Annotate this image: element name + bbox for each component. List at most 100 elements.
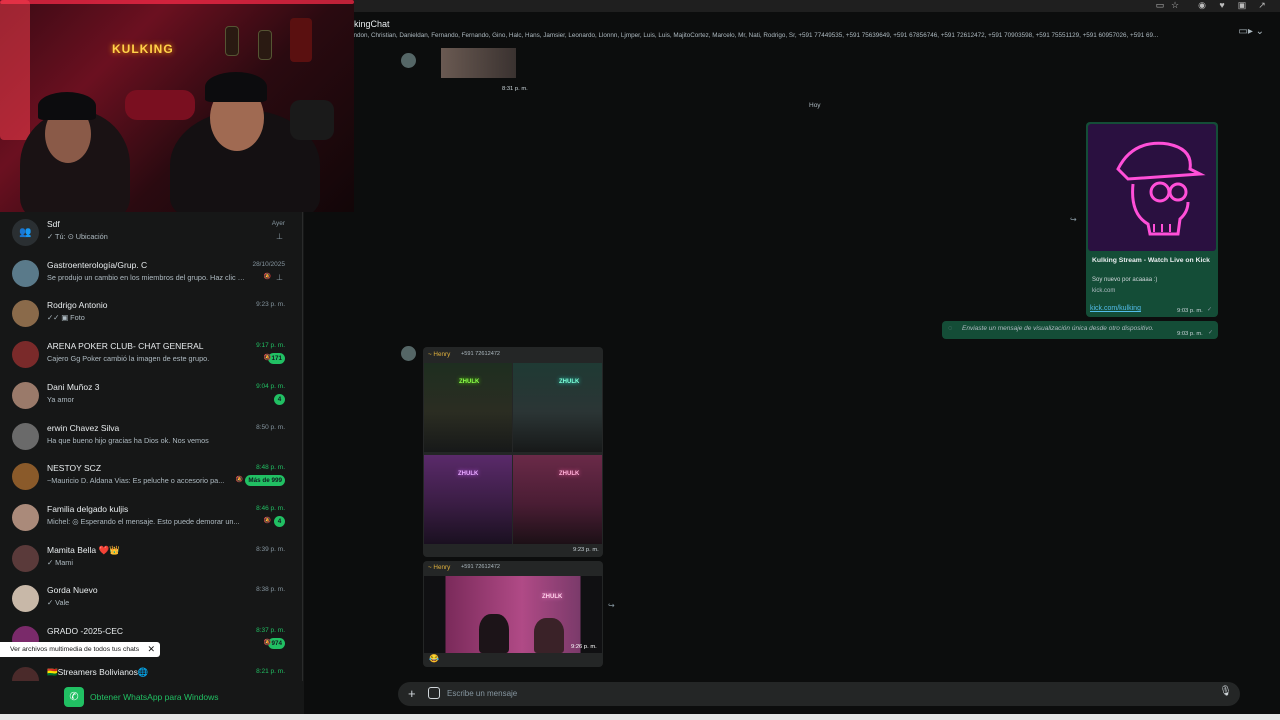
- get-app-banner[interactable]: ✆ Obtener WhatsApp para Windows: [0, 681, 303, 714]
- person-silhouette: [479, 614, 509, 653]
- chat-preview: Michel: ◎ Esperando el mensaje. Esto pue…: [47, 516, 240, 526]
- chat-time: 28/10/2025: [252, 260, 285, 268]
- link-preview-image[interactable]: [1088, 124, 1216, 251]
- avatar[interactable]: [12, 463, 39, 491]
- album-image-2[interactable]: ZHULK: [513, 363, 602, 452]
- chat-time: 9:04 p. m.: [256, 382, 285, 390]
- message-input[interactable]: Escribe un mensaje: [447, 689, 517, 698]
- chat-time: 9:17 p. m.: [256, 342, 285, 350]
- forward-icon[interactable]: ↪: [1070, 215, 1077, 224]
- microphone-icon[interactable]: 🎙: [1219, 686, 1232, 697]
- sender-name[interactable]: ~ Henry: [428, 351, 450, 358]
- view-once-text: Enviaste un mensaje de visualización úni…: [962, 325, 1154, 332]
- frame: [225, 26, 239, 56]
- chat-time: 8:46 p. m.: [256, 504, 285, 512]
- screen-icon[interactable]: ▭: [1154, 0, 1166, 10]
- link-url[interactable]: kick.com/kulking: [1090, 305, 1141, 312]
- close-icon[interactable]: ✕: [147, 642, 155, 657]
- chat-list-item[interactable]: Mamita Bella ❤️👑 ✓ Mami 8:39 p. m.: [0, 544, 303, 585]
- chat-members: endon, Christian, Danieldan, Fernando, F…: [350, 32, 1159, 39]
- chat-preview: ✓ Mami: [47, 557, 73, 567]
- chat-title[interactable]: kingChat: [354, 19, 390, 29]
- share-icon[interactable]: ↗: [1256, 0, 1268, 10]
- forward-icon[interactable]: ↪: [608, 601, 615, 610]
- conversation-pane: kingChat endon, Christian, Danieldan, Fe…: [304, 12, 1280, 714]
- reaction-emoji[interactable]: 😂: [429, 654, 439, 663]
- frame: [258, 30, 272, 60]
- chair: [125, 90, 195, 120]
- muted-icon: 🔕: [263, 273, 271, 280]
- unread-badge: 4: [274, 515, 285, 527]
- chat-time: 8:38 p. m.: [256, 586, 285, 594]
- avatar[interactable]: [12, 381, 39, 409]
- cap-right: [205, 72, 267, 102]
- image-album-bubble[interactable]: ~ Henry +591 72612472 ZHULK ZHULK ZHULK …: [423, 347, 603, 557]
- album-image-4[interactable]: ZHULK: [513, 455, 602, 544]
- sender-phone: +591 72612472: [461, 351, 501, 357]
- chat-name: Familia delgado kuljis: [47, 503, 129, 514]
- message-time: 9:03 p. m.: [1177, 331, 1203, 337]
- link-preview-bubble[interactable]: Kulking Stream - Watch Live on Kick Soy …: [1086, 122, 1218, 317]
- chat-name: Rodrigo Antonio: [47, 300, 108, 311]
- chat-list-item[interactable]: Gastroenterología/Grup. C Se produjo un c…: [0, 259, 303, 300]
- avatar[interactable]: [12, 585, 39, 613]
- tooltip-text: Ver archivos multimedia de todos tus cha…: [10, 646, 140, 653]
- chat-list-item[interactable]: Dani Muñoz 3 Ya amor 9:04 p. m. 4: [0, 381, 303, 422]
- star-icon[interactable]: ☆: [1169, 0, 1181, 10]
- video-call-icon[interactable]: ▭▸ ⌄: [1238, 26, 1264, 37]
- sender-avatar[interactable]: [401, 346, 416, 361]
- view-once-bubble[interactable]: ◌ Enviaste un mensaje de visualización ú…: [942, 321, 1218, 339]
- chat-name: 🇧🇴Streamers Bolivianos🌐: [47, 666, 149, 677]
- unread-badge: Más de 999: [245, 475, 285, 487]
- message-time: 8:31 p. m.: [502, 86, 528, 92]
- chat-list-item[interactable]: Gorda Nuevo ✓ Vale 8:38 p. m.: [0, 585, 303, 625]
- message-time: 9:23 p. m.: [573, 547, 599, 553]
- group-icon[interactable]: 👥: [12, 219, 39, 246]
- neon-sign: ZHULK: [559, 379, 580, 385]
- link-domain: kick.com: [1092, 288, 1116, 294]
- chat-header[interactable]: kingChat endon, Christian, Danieldan, Fe…: [350, 16, 1274, 48]
- chat-list-item[interactable]: erwin Chavez Silva Ha que bueno hijo grac…: [0, 422, 303, 463]
- chat-preview: Ya amor: [47, 394, 75, 404]
- album-image-1[interactable]: ZHULK: [424, 363, 512, 452]
- chat-name: Gastroenterología/Grup. C: [47, 259, 148, 270]
- extension-icon[interactable]: ◉: [1196, 0, 1208, 10]
- webcam-overlay: KULKING: [0, 0, 354, 212]
- chat-name: erwin Chavez Silva: [47, 422, 120, 433]
- chat-list-item[interactable]: Rodrigo Antonio ✓✓ ▣ Foto 9:23 p. m.: [0, 300, 303, 340]
- muted-icon: 🔕: [263, 517, 271, 524]
- avatar[interactable]: [12, 544, 39, 572]
- chat-list-item[interactable]: Familia delgado kuljis Michel: ◎ Esperand…: [0, 503, 303, 544]
- sticker-icon[interactable]: [428, 687, 440, 699]
- heart-icon[interactable]: ♥: [1216, 0, 1228, 10]
- image-message-bubble[interactable]: ~ Henry +591 72612472 ZHULK 9:26 p. m. 😂: [423, 561, 603, 667]
- sender-name[interactable]: ~ Henry: [428, 564, 450, 571]
- microphone: [290, 100, 334, 140]
- chat-list-item[interactable]: ARENA POKER CLUB- CHAT GENERAL Cajero Gg …: [0, 341, 303, 381]
- chat-preview: ✓ Vale: [47, 598, 70, 608]
- whatsapp-icon: ✆: [64, 687, 84, 707]
- link-title[interactable]: Kulking Stream - Watch Live on Kick: [1092, 256, 1210, 265]
- avatar[interactable]: [12, 341, 39, 369]
- chat-list-item[interactable]: 👥 Sdf ✓ Tú: ⊙ Ubicación Ayer ⊥: [0, 219, 303, 259]
- attach-plus-icon[interactable]: +: [408, 686, 416, 701]
- chat-name: NESTOY SCZ: [47, 463, 102, 474]
- avatar[interactable]: [12, 422, 39, 450]
- get-app-link[interactable]: Obtener WhatsApp para Windows: [90, 692, 219, 702]
- chat-preview: Ha que bueno hijo gracias ha Dios ok. No…: [47, 435, 209, 445]
- media-tooltip: Ver archivos multimedia de todos tus cha…: [0, 642, 160, 657]
- chat-list-item[interactable]: NESTOY SCZ ~Mauricio D. Aldana Vias: Es p…: [0, 463, 303, 503]
- chat-time: 8:48 p. m.: [256, 464, 285, 472]
- avatar[interactable]: [12, 259, 39, 287]
- image-thumbnail[interactable]: ZHULK: [424, 576, 602, 653]
- avatar[interactable]: [12, 503, 39, 531]
- chat-preview: ~Mauricio D. Aldana Vias: Es peluche o a…: [47, 476, 225, 486]
- neon-sign: ZHULK: [458, 471, 479, 477]
- album-image-3[interactable]: ZHULK: [424, 455, 512, 544]
- sender-avatar[interactable]: [401, 53, 416, 68]
- message-composer[interactable]: + Escribe un mensaje 🎙: [398, 682, 1240, 706]
- image-thumbnail[interactable]: [441, 48, 516, 78]
- window-icon[interactable]: ▣: [1236, 0, 1248, 10]
- cap-left: [38, 92, 96, 120]
- avatar[interactable]: [12, 300, 39, 328]
